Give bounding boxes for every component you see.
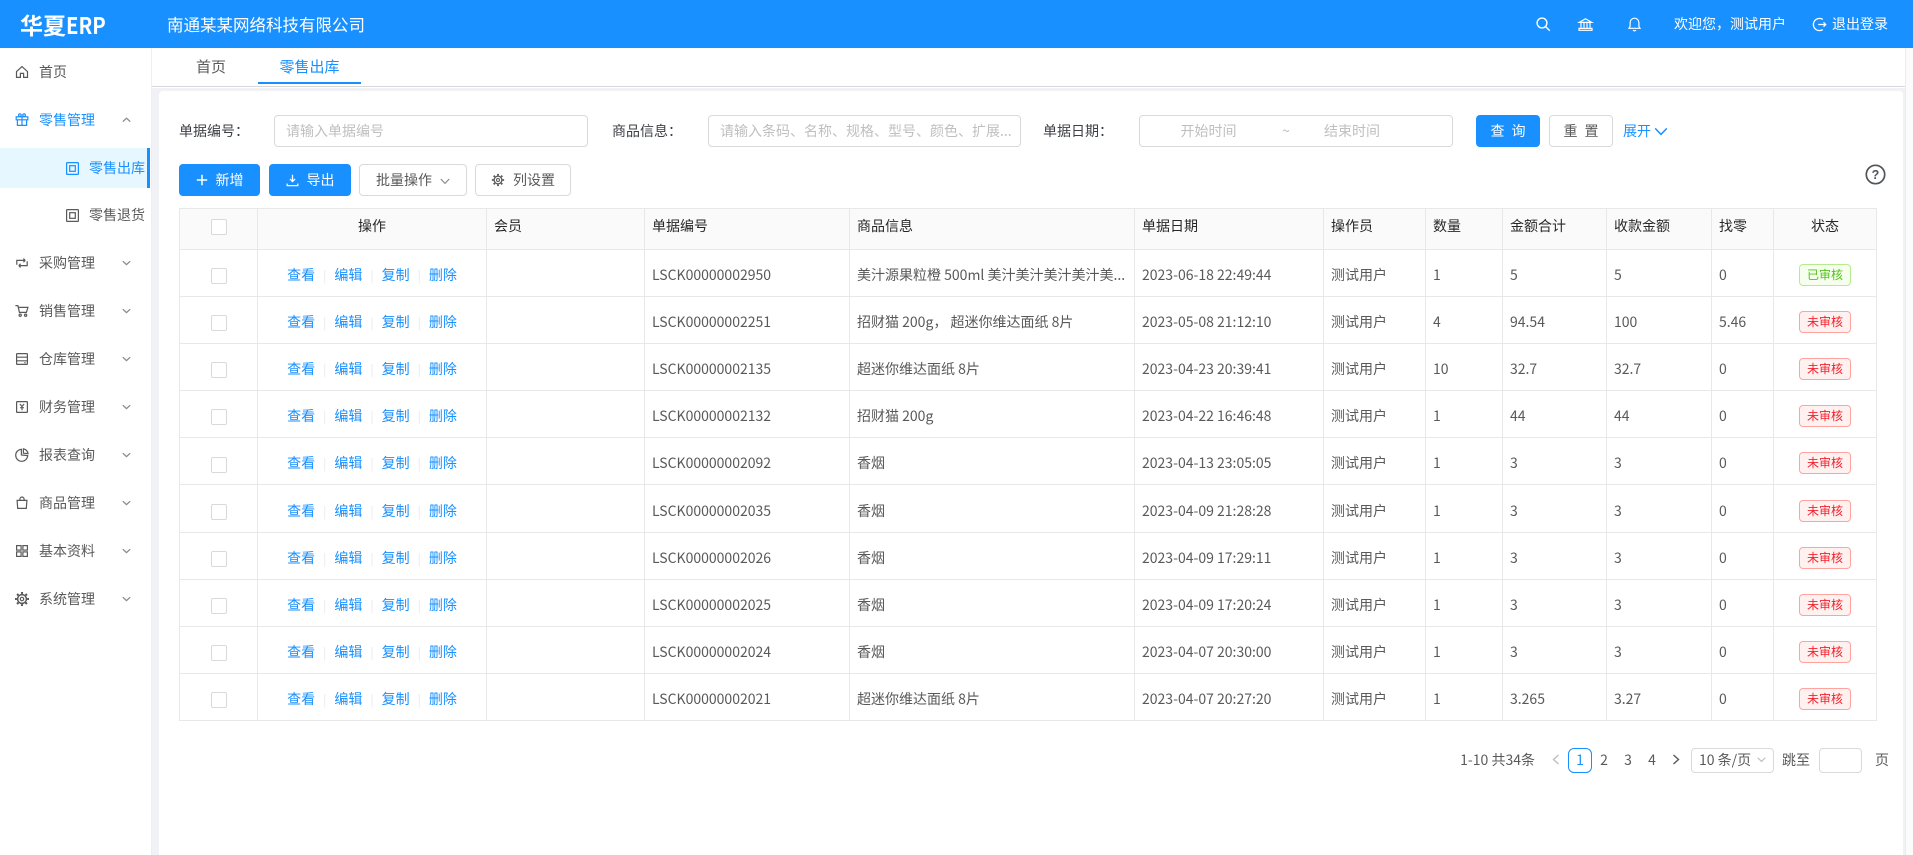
svg-text:?: ? — [1872, 168, 1880, 182]
